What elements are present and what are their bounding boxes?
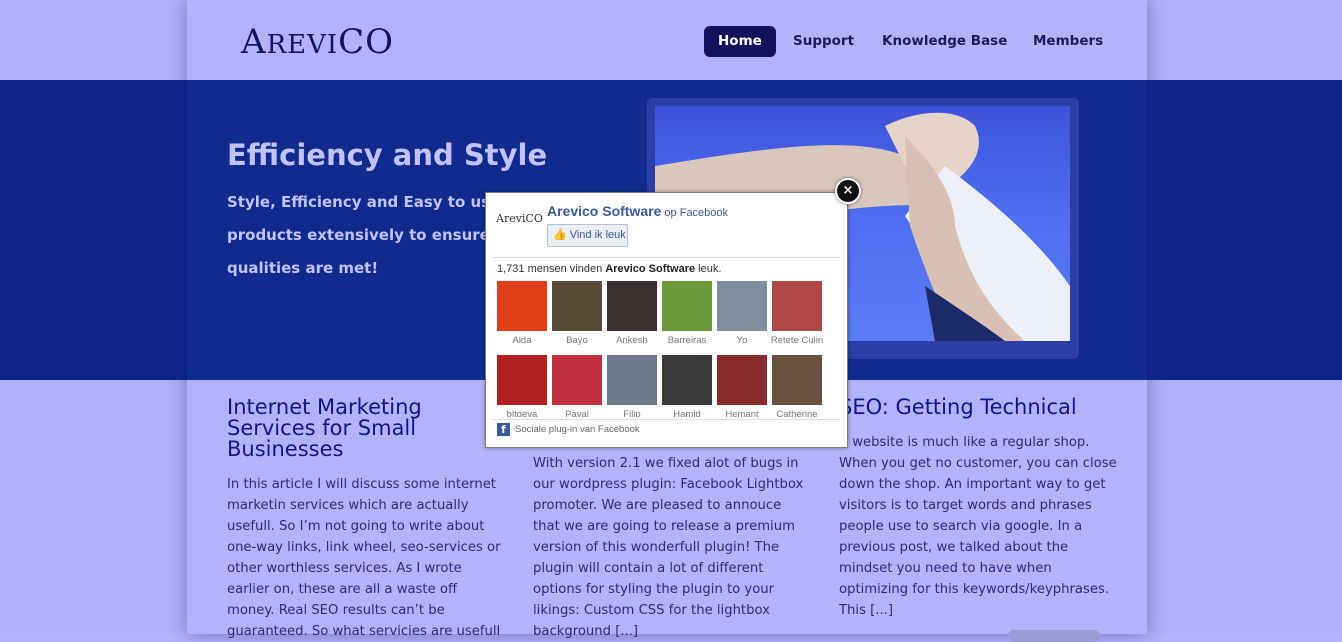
logo-co: CO [338, 22, 395, 62]
facebook-lightbox: AreviCO Arevico Software op Facebook 👍 Vi… [485, 192, 848, 448]
fb-face[interactable]: Ankesh [607, 281, 657, 347]
face-avatar [552, 355, 602, 405]
fb-face[interactable]: Filip [607, 355, 657, 417]
site-logo[interactable]: AREVICO [241, 22, 394, 65]
face-avatar [607, 355, 657, 405]
fb-face[interactable]: Hamid [662, 355, 712, 417]
read-more-button[interactable] [1008, 630, 1100, 642]
logo-revi: REVI [266, 30, 339, 60]
face-avatar [662, 281, 712, 331]
fb-divider-bottom [492, 419, 840, 420]
nav-home[interactable]: Home [704, 26, 776, 57]
fb-face[interactable]: bltgeva [497, 355, 547, 417]
fb-face[interactable]: Catherine [772, 355, 822, 417]
face-avatar [497, 355, 547, 405]
facebook-icon: f [497, 423, 510, 436]
fb-face[interactable]: Yo [717, 281, 767, 347]
face-avatar [772, 355, 822, 405]
fb-face[interactable]: Alda [497, 281, 547, 347]
hero-line-2: products extensively to ensure [227, 226, 490, 244]
face-avatar [552, 281, 602, 331]
logo-letter-a: A [241, 22, 267, 62]
post-3-excerpt: A website is much like a regular shop. W… [839, 435, 1117, 618]
hero-title: Efficiency and Style [227, 138, 548, 172]
fb-page-avatar[interactable]: AreviCO [496, 212, 543, 225]
post-1-title[interactable]: Internet Marketing Services for Small Bu… [227, 397, 422, 460]
face-avatar [772, 281, 822, 331]
nav-support[interactable]: Support [793, 26, 854, 57]
lightbox-close-button[interactable]: × [835, 178, 861, 204]
post-2-excerpt: With version 2.1 we fixed alot of bugs i… [533, 456, 804, 639]
face-avatar [717, 355, 767, 405]
hero-line-3: qualities are met! [227, 259, 379, 277]
fb-like-count: 1,731 mensen vinden Arevico Software leu… [497, 263, 722, 275]
post-1-excerpt: In this article I will discuss some inte… [227, 477, 501, 639]
fb-like-button[interactable]: 👍 Vind ik leuk [547, 224, 628, 247]
hero-text: Style, Efficiency and Easy to use produc… [227, 186, 517, 285]
fb-face[interactable]: Bayo [552, 281, 602, 347]
fb-face[interactable]: Hemant [717, 355, 767, 417]
face-avatar [717, 281, 767, 331]
face-avatar [497, 281, 547, 331]
fb-faces-grid: Alda Bayo Ankesh Barreiras Yo Retete Cul… [497, 281, 837, 417]
fb-page-link[interactable]: Arevico Software op Facebook [547, 203, 728, 219]
fb-face[interactable]: Payal [552, 355, 602, 417]
fb-social-plugin-footer[interactable]: f Sociale plug-in van Facebook [497, 423, 640, 436]
nav-members[interactable]: Members [1033, 26, 1103, 57]
post-3-title[interactable]: SEO: Getting Technical [839, 397, 1077, 418]
thumbs-up-icon: 👍 [553, 229, 567, 241]
fb-divider-top [492, 257, 840, 258]
face-avatar [662, 355, 712, 405]
nav-knowledge-base[interactable]: Knowledge Base [882, 26, 1007, 57]
fb-face[interactable]: Barreiras [662, 281, 712, 347]
face-avatar [607, 281, 657, 331]
fb-face[interactable]: Retete Culin [771, 281, 823, 347]
hero-line-1: Style, Efficiency and Easy to use [227, 193, 501, 211]
